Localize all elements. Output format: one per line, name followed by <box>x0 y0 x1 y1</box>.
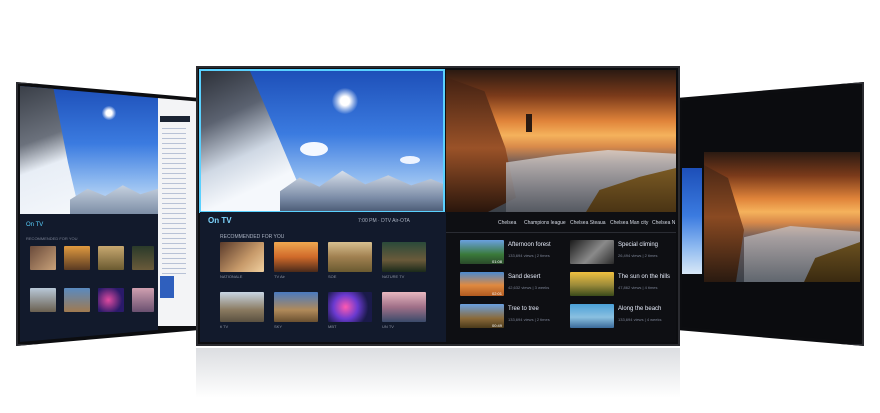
channel-name: NATIONALE <box>220 274 243 279</box>
video-panel: Chelsea Champions league Chelsea Steaua … <box>446 212 676 342</box>
left-recommended-label: RECOMMENDED FOR YOU <box>26 236 78 241</box>
channel-name: TV Air <box>274 274 285 279</box>
channel-info: 7:00 PM · DTV Air-OTA <box>358 218 410 224</box>
right-tv-screen <box>682 86 860 342</box>
video-duration: 01:08 <box>492 259 503 264</box>
left-hero-image <box>20 86 158 214</box>
left-on-tv-title: On TV <box>26 222 44 228</box>
channel-name: NATURE TV <box>382 274 405 279</box>
category-divider <box>446 232 676 233</box>
right-tv <box>678 82 864 346</box>
left-thumb[interactable] <box>132 288 154 312</box>
left-thumb[interactable] <box>30 288 56 312</box>
video-meta: 26,494 views | 2 times <box>618 253 658 258</box>
video-thumb[interactable] <box>570 240 614 264</box>
channel-thumb[interactable] <box>382 292 426 322</box>
floor-reflection <box>196 348 680 398</box>
left-web-page <box>158 86 196 326</box>
video-title: Afternoon forest <box>508 242 551 248</box>
left-thumb[interactable] <box>64 288 90 312</box>
video-title: Special climing <box>618 242 659 248</box>
left-on-tv-panel: On TV RECOMMENDED FOR YOU <box>20 214 158 342</box>
channel-thumb[interactable] <box>328 242 372 272</box>
left-thumb[interactable] <box>30 246 56 270</box>
left-thumb[interactable] <box>98 246 124 270</box>
center-sunset-video[interactable] <box>446 70 676 212</box>
video-meta: 133,694 views | 4 weeks <box>618 317 662 322</box>
left-tv: On TV RECOMMENDED FOR YOU <box>16 82 198 346</box>
left-thumb[interactable] <box>64 246 90 270</box>
channel-thumb[interactable] <box>274 242 318 272</box>
left-thumb[interactable] <box>132 246 154 270</box>
channel-thumb[interactable] <box>382 242 426 272</box>
center-tv: On TV 7:00 PM · DTV Air-OTA RECOMMENDED … <box>196 66 680 346</box>
right-sunset-video <box>704 152 860 282</box>
channel-name: SKY <box>274 324 283 329</box>
recommended-label: RECOMMENDED FOR YOU <box>220 234 285 240</box>
on-tv-title: On TV <box>208 216 232 225</box>
video-title: Sand desert <box>508 274 541 280</box>
category-tab[interactable]: Chelsea Man city <box>610 220 648 226</box>
video-thumb[interactable] <box>570 272 614 296</box>
channel-name: ti TV <box>220 324 229 329</box>
left-tv-screen: On TV RECOMMENDED FOR YOU <box>20 86 196 342</box>
on-tv-panel: On TV 7:00 PM · DTV Air-OTA RECOMMENDED … <box>200 212 446 342</box>
category-tab[interactable]: Champions league <box>524 220 566 226</box>
channel-thumb[interactable] <box>328 292 372 322</box>
channel-name: MBT <box>328 324 337 329</box>
left-thumb[interactable] <box>98 288 124 312</box>
focus-highlight <box>199 69 445 213</box>
channel-thumb[interactable] <box>220 292 264 322</box>
category-tab[interactable]: Chelsea <box>498 220 516 226</box>
video-duration: 02:01 <box>492 291 503 296</box>
video-duration: 00:49 <box>492 323 503 328</box>
channel-name: SOE <box>328 274 337 279</box>
video-meta: 133,694 views | 2 times <box>508 253 550 258</box>
video-meta: 133,694 views | 2 times <box>508 317 550 322</box>
channel-thumb[interactable] <box>220 242 264 272</box>
video-meta: 47,862 views | 4 times <box>618 285 658 290</box>
category-tab[interactable]: Chelsea Steaua <box>570 220 606 226</box>
video-meta: 42,632 views | 3 weeks <box>508 285 550 290</box>
channel-thumb[interactable] <box>274 292 318 322</box>
right-edge-sky <box>682 168 702 274</box>
video-title: Tree to tree <box>508 306 539 312</box>
category-tab[interactable]: Chelsea N <box>652 220 675 226</box>
channel-name: UN TV <box>382 324 394 329</box>
video-title: The sun on the hills <box>618 274 671 280</box>
video-title: Along the beach <box>618 306 662 312</box>
video-thumb[interactable] <box>570 304 614 328</box>
